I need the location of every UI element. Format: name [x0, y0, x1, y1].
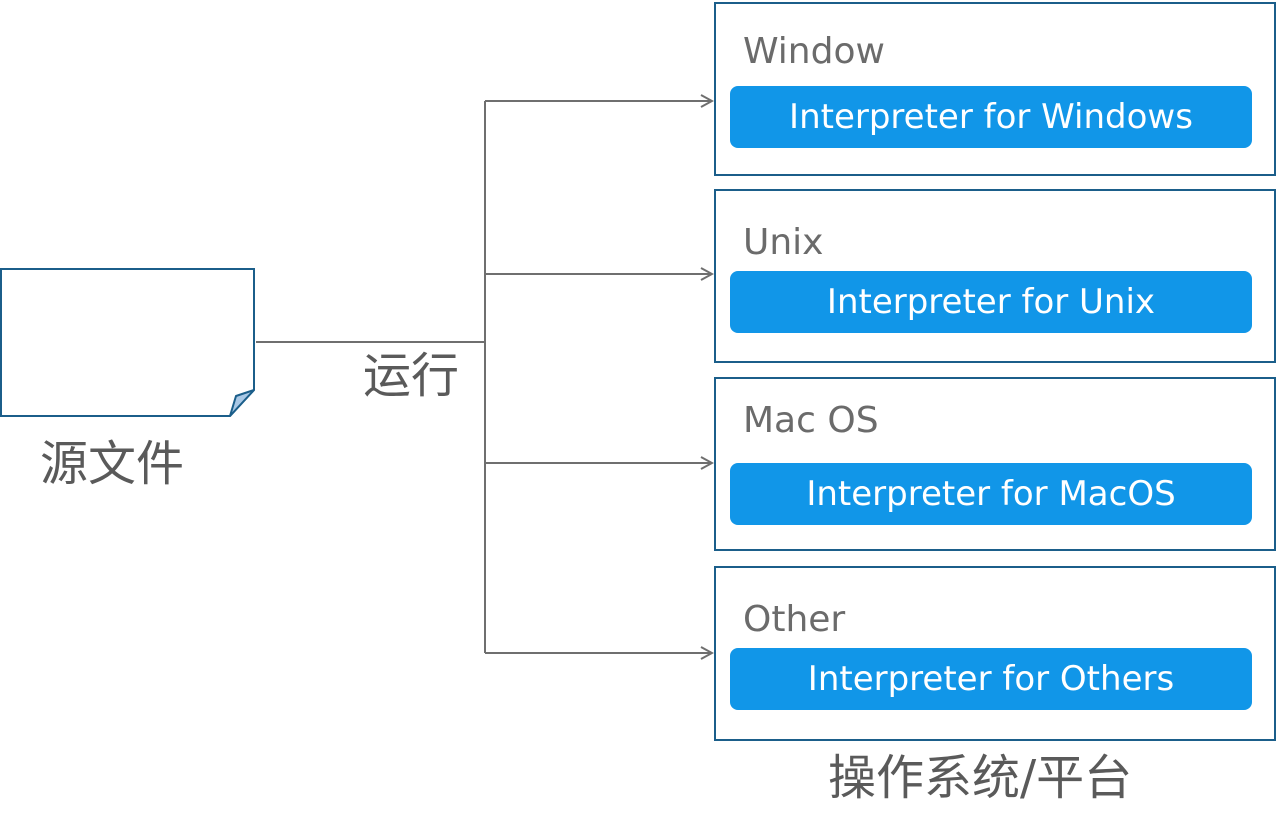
platform-name: Window: [743, 31, 885, 72]
interpreter-other-button[interactable]: Interpreter for Others: [730, 648, 1252, 710]
platform-group-label: 操作系统/平台: [828, 750, 1133, 806]
platform-box-macos: Mac OS Interpreter for MacOS: [714, 377, 1276, 551]
platform-box-unix: Unix Interpreter for Unix: [714, 189, 1276, 363]
platform-name: Unix: [743, 222, 824, 263]
source-file-document: [0, 268, 255, 417]
platform-box-windows: Window Interpreter for Windows: [714, 2, 1276, 176]
interpreter-windows-button[interactable]: Interpreter for Windows: [730, 86, 1252, 148]
source-file-label: 源文件: [40, 436, 185, 492]
platform-box-other: Other Interpreter for Others: [714, 566, 1276, 741]
platform-name: Mac OS: [743, 400, 879, 441]
interpreter-unix-button[interactable]: Interpreter for Unix: [730, 271, 1252, 333]
platform-name: Other: [743, 599, 846, 640]
interpreter-macos-button[interactable]: Interpreter for MacOS: [730, 463, 1252, 525]
run-label: 运行: [363, 348, 460, 404]
